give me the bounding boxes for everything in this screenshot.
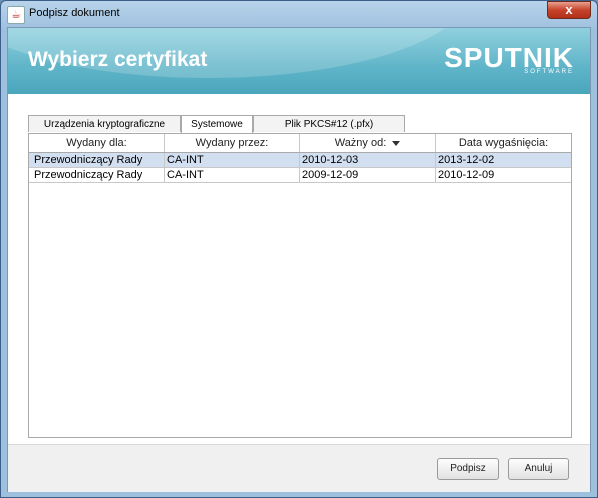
java-icon: ☕	[7, 6, 25, 24]
cell-expiry: 2010-12-09	[436, 168, 571, 183]
dialog-window: ☕ Podpisz dokument x Wybierz certyfikat …	[0, 0, 598, 498]
cell-issued-by: CA-INT	[165, 168, 300, 183]
dialog-header: Wybierz certyfikat SPUTNIK SOFTWARE	[8, 28, 590, 94]
table-row[interactable]: Przewodniczący Rady CA-INT 2010-12-03 20…	[29, 153, 571, 168]
cell-valid-from: 2009-12-09	[300, 168, 436, 183]
table-header: Wydany dla: Wydany przez: Ważny od: Data…	[29, 134, 571, 153]
column-header-issued-to[interactable]: Wydany dla:	[29, 134, 165, 152]
cell-valid-from: 2010-12-03	[300, 153, 436, 168]
logo-text: SPUTNIK	[444, 42, 574, 73]
cancel-button[interactable]: Anuluj	[508, 458, 569, 480]
tab-pkcs12-file[interactable]: Plik PKCS#12 (.pfx)	[253, 115, 405, 132]
title-bar[interactable]: ☕ Podpisz dokument x	[1, 1, 597, 27]
tab-system[interactable]: Systemowe	[181, 115, 253, 133]
cell-issued-to: Przewodniczący Rady	[29, 153, 165, 168]
column-header-valid-from[interactable]: Ważny od:	[300, 134, 436, 152]
window-title: Podpisz dokument	[29, 7, 120, 19]
cell-issued-to: Przewodniczący Rady	[29, 168, 165, 183]
certificate-panel: Urządzenia kryptograficzne Systemowe Pli…	[8, 94, 590, 444]
certificate-table: Wydany dla: Wydany przez: Ważny od: Data…	[28, 133, 572, 438]
column-header-expiry[interactable]: Data wygaśnięcia:	[436, 134, 571, 152]
column-header-valid-from-label: Ważny od:	[334, 137, 387, 149]
page-title: Wybierz certyfikat	[28, 48, 208, 71]
dialog-footer: Podpisz Anuluj	[8, 444, 590, 492]
sign-button[interactable]: Podpisz	[437, 458, 499, 480]
sputnik-logo: SPUTNIK SOFTWARE	[444, 42, 574, 76]
dialog-content: Wybierz certyfikat SPUTNIK SOFTWARE Urzą…	[7, 27, 591, 492]
column-header-issued-by[interactable]: Wydany przez:	[165, 134, 300, 152]
close-button[interactable]: x	[547, 1, 591, 19]
table-row[interactable]: Przewodniczący Rady CA-INT 2009-12-09 20…	[29, 168, 571, 183]
tab-crypto-devices[interactable]: Urządzenia kryptograficzne	[28, 115, 181, 132]
cell-issued-by: CA-INT	[165, 153, 300, 168]
sort-descending-icon	[392, 140, 401, 146]
cell-expiry: 2013-12-02	[436, 153, 571, 168]
